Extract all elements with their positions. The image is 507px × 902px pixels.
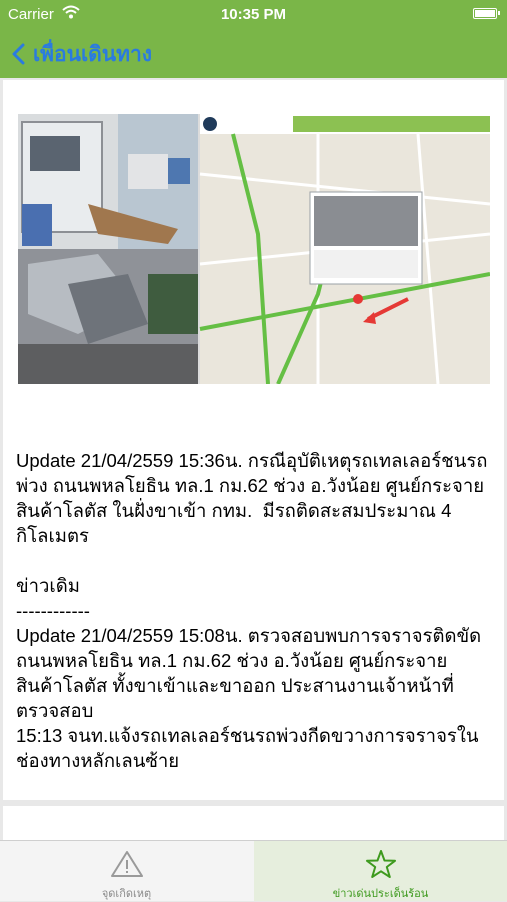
tab-hot-news-label: ข่าวเด่นประเด็นร้อน	[332, 888, 429, 900]
battery-icon	[473, 8, 500, 19]
tab-incident-label: จุดเกิดเหตุ	[101, 888, 152, 900]
back-button[interactable]: เพื่อนเดินทาง	[12, 30, 152, 78]
tab-hot-news[interactable]: ข่าวเด่นประเด็นร้อน	[254, 841, 507, 901]
status-bar: Carrier 10:35 PM	[0, 0, 507, 30]
chevron-left-icon	[12, 43, 25, 65]
status-time: 10:35 PM	[220, 6, 287, 23]
star-icon	[365, 850, 396, 878]
accident-photo-icon	[18, 114, 490, 384]
navigation-bar: เพื่อนเดินทาง	[0, 30, 507, 78]
post-card: Update 21/04/2559 15:36น. กรณีอุบัติเหตุ…	[3, 80, 504, 800]
tab-incident[interactable]: จุดเกิดเหตุ	[0, 841, 253, 901]
warning-icon	[110, 851, 143, 877]
back-label: เพื่อนเดินทาง	[33, 42, 153, 66]
tab-bar: จุดเกิดเหตุ ข่าวเด่นประเด็นร้อน	[0, 840, 507, 901]
post-image[interactable]	[18, 114, 490, 384]
post-text: Update 21/04/2559 15:36น. กรณีอุบัติเหตุ…	[16, 450, 488, 771]
